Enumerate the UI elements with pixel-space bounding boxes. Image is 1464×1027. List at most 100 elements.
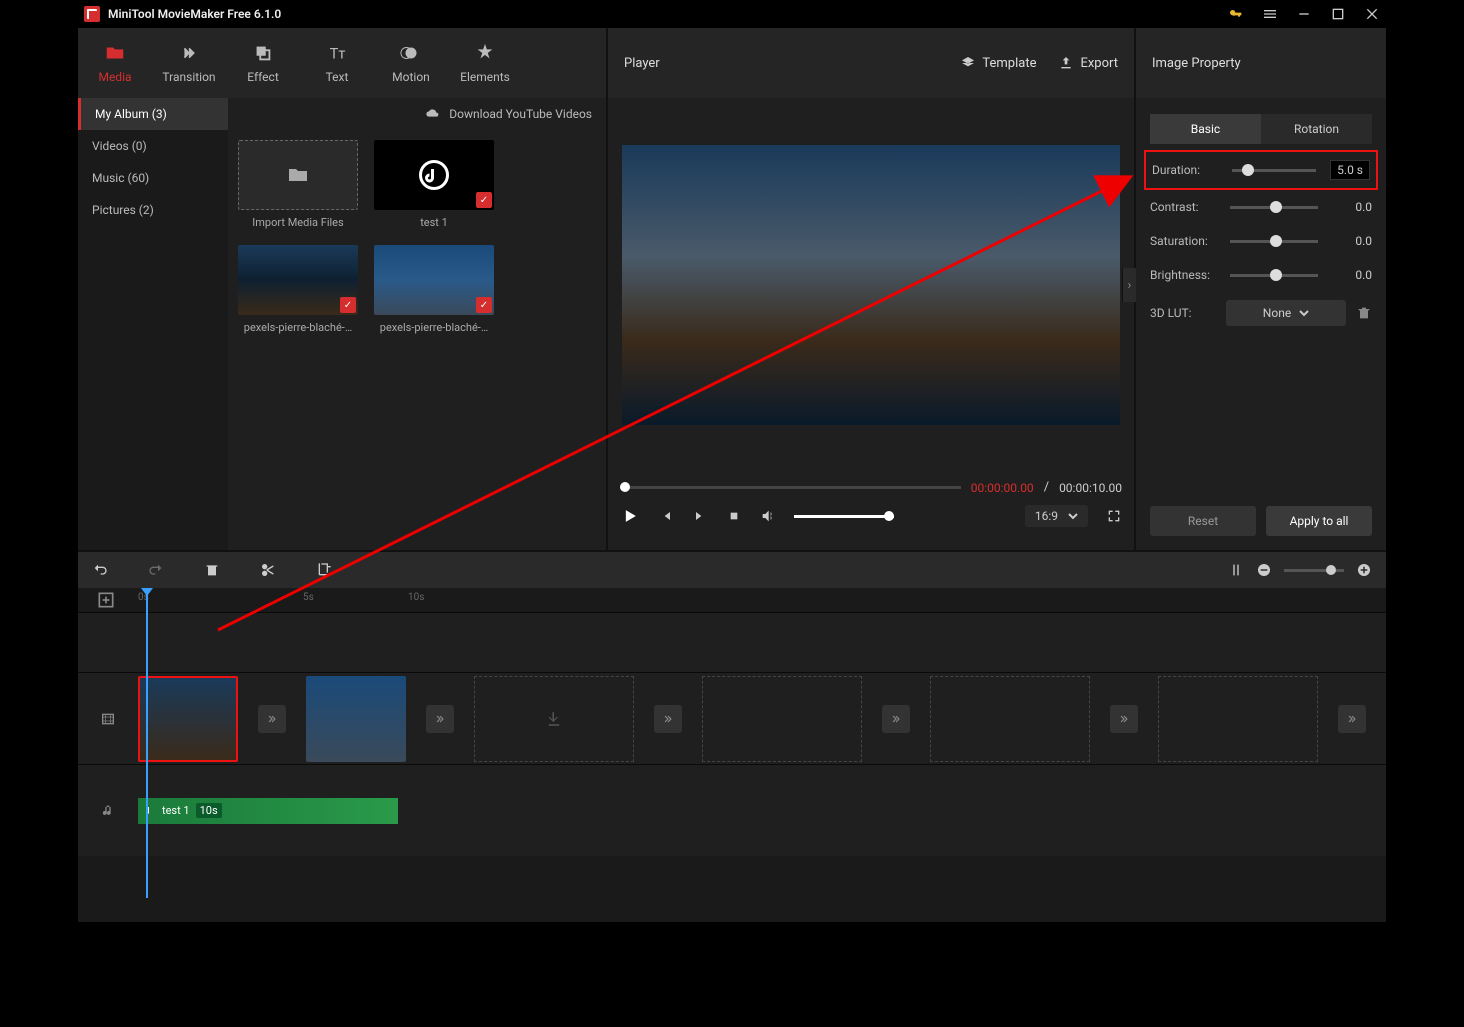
audio-track[interactable]: test 1 10s: [78, 764, 1386, 856]
zoom-in-icon[interactable]: [1356, 562, 1372, 578]
tab-basic[interactable]: Basic: [1150, 114, 1261, 144]
import-media-card[interactable]: Import Media Files: [238, 140, 358, 229]
import-label: Import Media Files: [238, 216, 358, 229]
trash-icon[interactable]: [1356, 305, 1372, 321]
aspect-ratio-select[interactable]: 16:9: [1025, 505, 1088, 527]
duration-slider[interactable]: [1232, 169, 1316, 172]
brightness-slider[interactable]: [1230, 274, 1318, 277]
tab-media[interactable]: Media: [78, 28, 152, 98]
drop-zone[interactable]: [702, 676, 862, 762]
tab-rotation[interactable]: Rotation: [1261, 114, 1372, 144]
template-button[interactable]: Template: [960, 55, 1036, 71]
video-track[interactable]: [78, 672, 1386, 764]
transition-slot[interactable]: [882, 705, 910, 733]
duration-value[interactable]: 5.0 s: [1330, 160, 1370, 180]
tab-transition[interactable]: Transition: [152, 28, 226, 98]
transition-slot[interactable]: [258, 705, 286, 733]
drop-zone[interactable]: [1158, 676, 1318, 762]
app-title: MiniTool MovieMaker Free 6.1.0: [108, 7, 281, 21]
apply-all-button[interactable]: Apply to all: [1266, 506, 1372, 536]
sidenav-videos[interactable]: Videos (0): [78, 130, 228, 162]
titlebar: MiniTool MovieMaker Free 6.1.0: [78, 0, 1386, 28]
crop-icon[interactable]: [316, 562, 332, 578]
timeline-ruler[interactable]: 0s 5s 10s: [78, 588, 1386, 612]
menu-icon[interactable]: [1262, 6, 1278, 22]
playhead[interactable]: [146, 588, 148, 898]
folder-icon: [286, 163, 310, 187]
drop-zone[interactable]: [474, 676, 634, 762]
fullscreen-icon[interactable]: [1106, 508, 1122, 524]
media-item-img2[interactable]: ✓ pexels-pierre-blaché-…: [374, 245, 494, 334]
lut-select[interactable]: None: [1226, 300, 1346, 326]
tab-elements[interactable]: Elements: [448, 28, 522, 98]
transition-slot[interactable]: [426, 705, 454, 733]
sidenav-album[interactable]: My Album (3): [78, 98, 228, 130]
scrub-bar[interactable]: [620, 486, 961, 489]
audio-clip[interactable]: test 1 10s: [138, 798, 398, 824]
duration-label: Duration:: [1152, 163, 1218, 177]
timeline-panel: 0s 5s 10s: [78, 550, 1386, 922]
delete-icon[interactable]: [204, 562, 220, 578]
video-clip-1[interactable]: [138, 676, 238, 762]
ruler-mark: 10s: [408, 592, 424, 603]
reset-button[interactable]: Reset: [1150, 506, 1256, 536]
saturation-slider[interactable]: [1230, 240, 1318, 243]
lut-row: 3D LUT: None: [1136, 292, 1386, 334]
transition-slot[interactable]: [1338, 705, 1366, 733]
volume-icon[interactable]: [760, 508, 776, 524]
properties-title: Image Property: [1152, 56, 1241, 71]
stop-icon[interactable]: [726, 508, 742, 524]
media-item-test1[interactable]: ✓ test 1: [374, 140, 494, 229]
contrast-slider[interactable]: [1230, 206, 1318, 209]
saturation-label: Saturation:: [1150, 234, 1216, 248]
duration-row: Duration: 5.0 s: [1144, 150, 1378, 190]
undo-icon[interactable]: [92, 562, 108, 578]
transition-slot[interactable]: [1110, 705, 1138, 733]
split-icon[interactable]: [260, 562, 276, 578]
tab-motion-label: Motion: [392, 70, 430, 84]
tab-motion[interactable]: Motion: [374, 28, 448, 98]
minimize-icon[interactable]: [1296, 6, 1312, 22]
checkmark-icon: ✓: [476, 192, 492, 208]
film-icon: [100, 711, 116, 727]
next-frame-icon[interactable]: [692, 508, 708, 524]
add-track-icon[interactable]: [96, 590, 116, 610]
play-icon[interactable]: [620, 506, 640, 526]
media-item-img1[interactable]: ✓ pexels-pierre-blaché-…: [238, 245, 358, 334]
tab-effect-label: Effect: [247, 70, 279, 84]
sidenav-pictures[interactable]: Pictures (2): [78, 194, 228, 226]
checkmark-icon: ✓: [340, 297, 356, 313]
contrast-label: Contrast:: [1150, 200, 1216, 214]
svg-text:Tт: Tт: [330, 45, 346, 63]
timecode-total: 00:00:10.00: [1059, 481, 1122, 495]
media-item-label: pexels-pierre-blaché-…: [238, 321, 358, 334]
key-icon[interactable]: [1228, 6, 1244, 22]
export-button[interactable]: Export: [1058, 55, 1118, 71]
expand-panel-button[interactable]: ›: [1122, 268, 1136, 302]
marker-icon[interactable]: [1228, 562, 1244, 578]
transition-slot[interactable]: [654, 705, 682, 733]
prev-frame-icon[interactable]: [658, 508, 674, 524]
zoom-slider[interactable]: [1284, 569, 1344, 572]
drop-zone[interactable]: [930, 676, 1090, 762]
tab-effect[interactable]: Effect: [226, 28, 300, 98]
music-icon: [100, 803, 116, 819]
sidenav-music[interactable]: Music (60): [78, 162, 228, 194]
text-track[interactable]: [78, 612, 1386, 672]
close-icon[interactable]: [1364, 6, 1380, 22]
video-clip-2[interactable]: [306, 676, 406, 762]
contrast-value: 0.0: [1332, 200, 1372, 214]
download-youtube-link[interactable]: Download YouTube Videos: [449, 107, 592, 121]
tab-text-label: Text: [326, 70, 349, 84]
timecode-current: 00:00:00.00: [971, 481, 1034, 495]
redo-icon[interactable]: [148, 562, 164, 578]
video-preview[interactable]: [622, 145, 1120, 425]
zoom-out-icon[interactable]: [1256, 562, 1272, 578]
tab-text[interactable]: Tт Text: [300, 28, 374, 98]
volume-slider[interactable]: [794, 515, 894, 518]
maximize-icon[interactable]: [1330, 6, 1346, 22]
chevron-down-icon: [1299, 308, 1309, 318]
swap-icon: [661, 712, 675, 726]
brightness-value: 0.0: [1332, 268, 1372, 282]
tab-elements-label: Elements: [460, 70, 510, 84]
